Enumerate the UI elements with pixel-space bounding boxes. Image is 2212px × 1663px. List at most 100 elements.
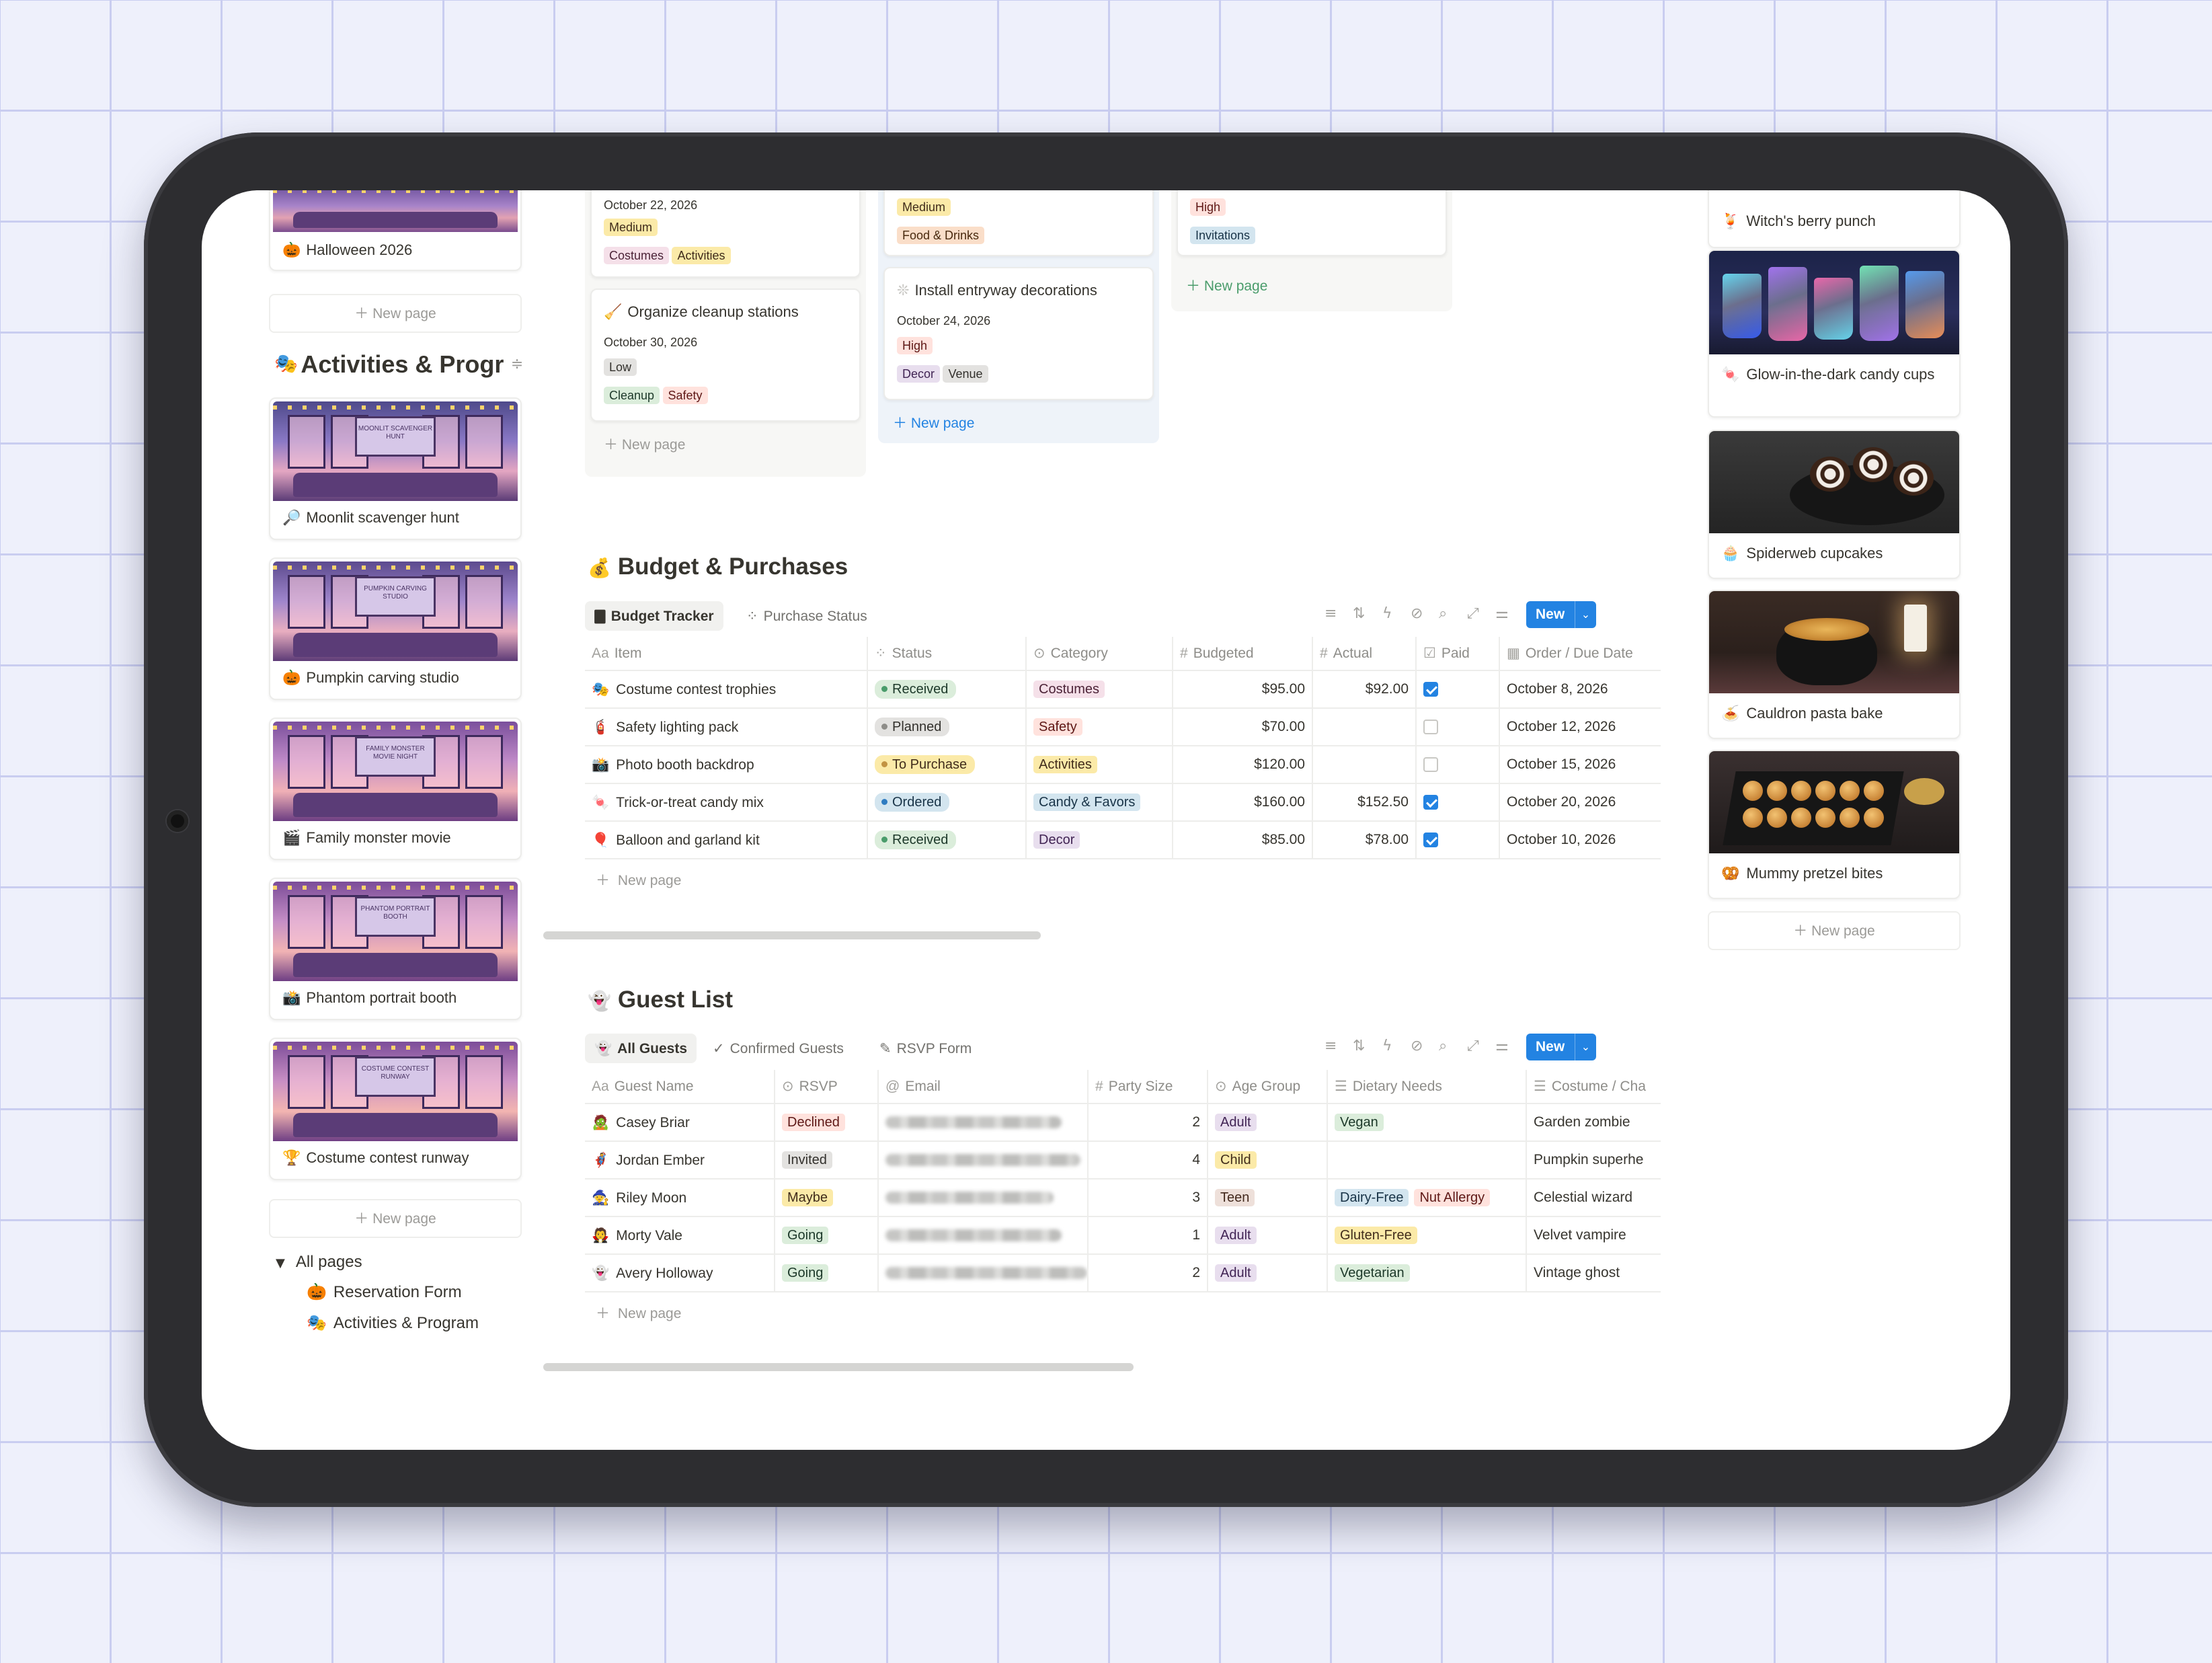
all-pages-toggle[interactable]: ▼ All pages	[276, 1253, 362, 1272]
tab-rsvp-form[interactable]: ✎ RSVP Form	[870, 1034, 981, 1063]
cell-costume[interactable]: Vintage ghost	[1526, 1254, 1661, 1292]
table-row[interactable]: 🧛 Morty Vale Going 1 Adult Gluten-Free Ve…	[585, 1216, 1661, 1255]
cell-email[interactable]	[878, 1216, 1089, 1255]
cell-paid[interactable]	[1416, 783, 1500, 822]
board-card-cleanup[interactable]: 🧹 Organize cleanup stations October 30, 2…	[590, 288, 861, 422]
paid-checkbox[interactable]	[1423, 757, 1438, 773]
col-guest-name[interactable]: Aa Guest Name	[585, 1070, 775, 1104]
gallery-card[interactable]: PUMPKIN CARVING STUDIO 🎃 Pumpkin carving …	[269, 557, 522, 700]
col-item[interactable]: Aa Item	[585, 637, 868, 671]
gallery-new-page[interactable]: ＋ New page	[269, 1199, 522, 1238]
col-age-group[interactable]: ⊙ Age Group	[1208, 1070, 1328, 1104]
tree-item-reservation-form[interactable]: 🎃 Reservation Form	[307, 1282, 462, 1302]
cell-guest-name[interactable]: 🧙 Riley Moon	[585, 1179, 775, 1217]
cell-rsvp[interactable]: Going	[775, 1254, 879, 1292]
table-row[interactable]: 🦸 Jordan Ember Invited 4 Child Pumpkin su…	[585, 1141, 1661, 1179]
paid-checkbox[interactable]	[1423, 795, 1438, 810]
food-card[interactable]: 🍹 Witch's berry punch	[1708, 190, 1961, 248]
budget-new-button[interactable]: New ⌄	[1526, 601, 1596, 628]
cell-email[interactable]	[878, 1104, 1089, 1142]
filter-icon[interactable]: ≡	[1325, 1038, 1337, 1054]
food-card[interactable]: 🍝 Cauldron pasta bake	[1708, 590, 1961, 739]
column-1-new-page[interactable]: ＋ New page	[604, 434, 685, 454]
board-card-invitations[interactable]: High Invitations	[1177, 190, 1447, 256]
col-email[interactable]: @ Email	[878, 1070, 1089, 1104]
cell-actual[interactable]: $152.50	[1312, 783, 1417, 822]
paid-checkbox[interactable]	[1423, 682, 1438, 697]
cell-guest-name[interactable]: 🧛 Morty Vale	[585, 1216, 775, 1255]
search-icon[interactable]: ⌕	[1439, 605, 1447, 622]
cell-age-group[interactable]: Adult	[1208, 1104, 1328, 1142]
cell-age-group[interactable]: Adult	[1208, 1254, 1328, 1292]
cell-item[interactable]: 🎭 Costume contest trophies	[585, 670, 868, 709]
cell-costume[interactable]: Pumpkin superhe	[1526, 1141, 1661, 1179]
automation-icon[interactable]: ϟ	[1382, 1038, 1392, 1054]
cell-age-group[interactable]: Child	[1208, 1141, 1328, 1179]
cell-dietary-needs[interactable]: Vegan	[1327, 1104, 1527, 1142]
cell-budgeted[interactable]: $70.00	[1173, 708, 1313, 746]
cell-date[interactable]: October 8, 2026	[1499, 670, 1661, 709]
col-paid[interactable]: ☑ Paid	[1416, 637, 1500, 671]
cell-dietary-needs[interactable]: Dairy-Free Nut Allergy	[1327, 1179, 1527, 1217]
board-card-costumes[interactable]: October 22, 2026 Medium Costumes Activit…	[590, 190, 861, 278]
cell-category[interactable]: Activities	[1026, 746, 1173, 784]
cell-party-size[interactable]: 3	[1088, 1179, 1208, 1217]
cell-email[interactable]	[878, 1179, 1089, 1217]
cell-email[interactable]	[878, 1254, 1089, 1292]
guest-scrollbar[interactable]	[543, 1363, 1134, 1371]
cell-actual[interactable]: $78.00	[1312, 821, 1417, 859]
tab-confirmed-guests[interactable]: ✓ Confirmed Guests	[703, 1034, 853, 1063]
cell-age-group[interactable]: Adult	[1208, 1216, 1328, 1255]
search-icon[interactable]: ⌕	[1439, 1038, 1447, 1054]
gallery-card[interactable]: FAMILY MONSTER MOVIE NIGHT 🎬 Family monst…	[269, 718, 522, 860]
cell-dietary-needs[interactable]: Vegetarian	[1327, 1254, 1527, 1292]
col-costume[interactable]: ☰ Costume / Cha	[1526, 1070, 1661, 1104]
cell-paid[interactable]	[1416, 746, 1500, 784]
automation-icon[interactable]: ϟ	[1382, 605, 1392, 622]
cell-item[interactable]: 🧯 Safety lighting pack	[585, 708, 868, 746]
cell-age-group[interactable]: Teen	[1208, 1179, 1328, 1217]
cell-budgeted[interactable]: $160.00	[1173, 783, 1313, 822]
cell-costume[interactable]: Garden zombie	[1526, 1104, 1661, 1142]
cell-rsvp[interactable]: Declined	[775, 1104, 879, 1142]
right-gallery-new-page[interactable]: ＋ New page	[1708, 911, 1961, 950]
table-row[interactable]: 🍬 Trick-or-treat candy mix Ordered Candy …	[585, 783, 1661, 822]
paid-checkbox[interactable]	[1423, 720, 1438, 735]
table-row[interactable]: 👻 Avery Holloway Going 2 Adult Vegetarian…	[585, 1254, 1661, 1292]
cell-category[interactable]: Decor	[1026, 821, 1173, 859]
chevron-down-icon[interactable]: ⌄	[1575, 601, 1596, 628]
table-row[interactable]: 🧯 Safety lighting pack Planned Safety $70…	[585, 708, 1661, 746]
cell-category[interactable]: Candy & Favors	[1026, 783, 1173, 822]
sort-icon[interactable]: ⇅	[1353, 605, 1365, 622]
cell-status[interactable]: Received	[867, 821, 1027, 859]
col-actual[interactable]: # Actual	[1312, 637, 1417, 671]
cell-guest-name[interactable]: 🦸 Jordan Ember	[585, 1141, 775, 1179]
tab-purchase-status[interactable]: ⁘ Purchase Status	[737, 601, 877, 631]
cell-status[interactable]: Ordered	[867, 783, 1027, 822]
expand-icon[interactable]: ⤢	[1467, 1038, 1479, 1054]
sidebar-new-page-top[interactable]: ＋ New page	[269, 294, 522, 333]
cell-item[interactable]: 🍬 Trick-or-treat candy mix	[585, 783, 868, 822]
food-card[interactable]: 🧁 Spiderweb cupcakes	[1708, 430, 1961, 579]
cell-date[interactable]: October 10, 2026	[1499, 821, 1661, 859]
cell-party-size[interactable]: 2	[1088, 1254, 1208, 1292]
gallery-card[interactable]: COSTUME CONTEST RUNWAY 🏆 Costume contest …	[269, 1038, 522, 1180]
cell-dietary-needs[interactable]: Gluten-Free	[1327, 1216, 1527, 1255]
cell-email[interactable]	[878, 1141, 1089, 1179]
chevron-down-icon[interactable]: ⌄	[1575, 1034, 1596, 1060]
cell-date[interactable]: October 12, 2026	[1499, 708, 1661, 746]
cell-rsvp[interactable]: Maybe	[775, 1179, 879, 1217]
cell-status[interactable]: Received	[867, 670, 1027, 709]
cell-rsvp[interactable]: Going	[775, 1216, 879, 1255]
cell-status[interactable]: Planned	[867, 708, 1027, 746]
table-row[interactable]: 🎭 Costume contest trophies Received Costu…	[585, 670, 1661, 709]
expand-icon[interactable]: ⤢	[1467, 605, 1479, 622]
cell-category[interactable]: Costumes	[1026, 670, 1173, 709]
food-card[interactable]: 🥨 Mummy pretzel bites	[1708, 750, 1961, 899]
cell-budgeted[interactable]: $95.00	[1173, 670, 1313, 709]
tab-budget-tracker[interactable]: 🀫 Budget Tracker	[585, 601, 723, 631]
cell-actual[interactable]	[1312, 746, 1417, 784]
cell-item[interactable]: 📸 Photo booth backdrop	[585, 746, 868, 784]
cell-date[interactable]: October 20, 2026	[1499, 783, 1661, 822]
cell-category[interactable]: Safety	[1026, 708, 1173, 746]
